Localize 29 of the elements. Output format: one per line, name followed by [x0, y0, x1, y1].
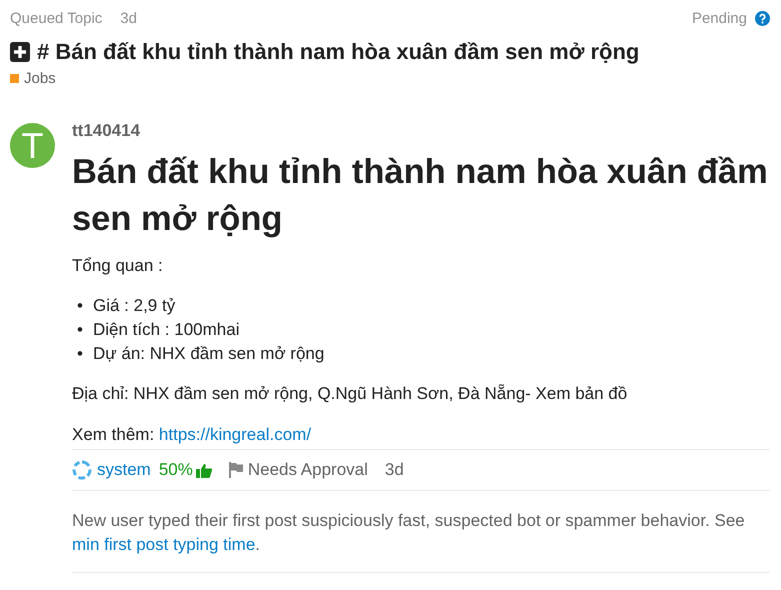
bullet-marker: •: [77, 295, 84, 317]
category-name[interactable]: Jobs: [24, 70, 56, 87]
address-text: Địa chỉ: NHX đầm sen mở rộng, Q.Ngũ Hành Sơn, Đà Nẵng- Xem bản đồ: [72, 383, 628, 405]
spinner-icon: [72, 460, 92, 480]
user-avatar[interactable]: T: [10, 123, 55, 168]
see-more-text: Xem thêm: https://kingreal.com/: [72, 424, 312, 446]
review-age: 3d: [384, 460, 404, 480]
thumbs-up-icon: [196, 462, 212, 478]
intro-text: Tổng quan :: [72, 255, 164, 277]
topic-title: # Bán đất khu tỉnh thành nam hòa xuân đầm sen mở rộng: [37, 39, 640, 65]
reviewer-name[interactable]: system: [97, 460, 151, 480]
bullet-item: Dự án: NHX đầm sen mở rộng: [93, 343, 324, 365]
bullet-marker: •: [77, 343, 84, 365]
topic-age: 3d: [120, 10, 137, 26]
website-link[interactable]: https://kingreal.com/: [158, 425, 312, 444]
setting-link[interactable]: min first post typing time: [72, 535, 256, 554]
score: 50%: [158, 460, 193, 480]
bullet-item: Diện tích : 100mhai: [93, 319, 240, 341]
explanation-text: New user typed their first post suspiciously fast, suspected bot or spammer behavior. See min first post typing time.: [72, 509, 770, 573]
bullet-marker: •: [77, 319, 84, 341]
post-heading: Bán đất khu tỉnh thành nam hòa xuân đầm sen mở rộng: [72, 152, 769, 240]
queued-topic-label: Queued Topic: [10, 10, 102, 26]
flag-icon: [228, 462, 244, 478]
plus-square-icon: [10, 42, 30, 62]
username[interactable]: tt140414: [72, 121, 770, 141]
review-reason: Needs Approval: [248, 460, 368, 480]
bullet-item: Giá : 2,9 tỷ: [93, 295, 176, 317]
pending-status: Pending: [692, 10, 747, 26]
help-icon[interactable]: [755, 10, 770, 26]
